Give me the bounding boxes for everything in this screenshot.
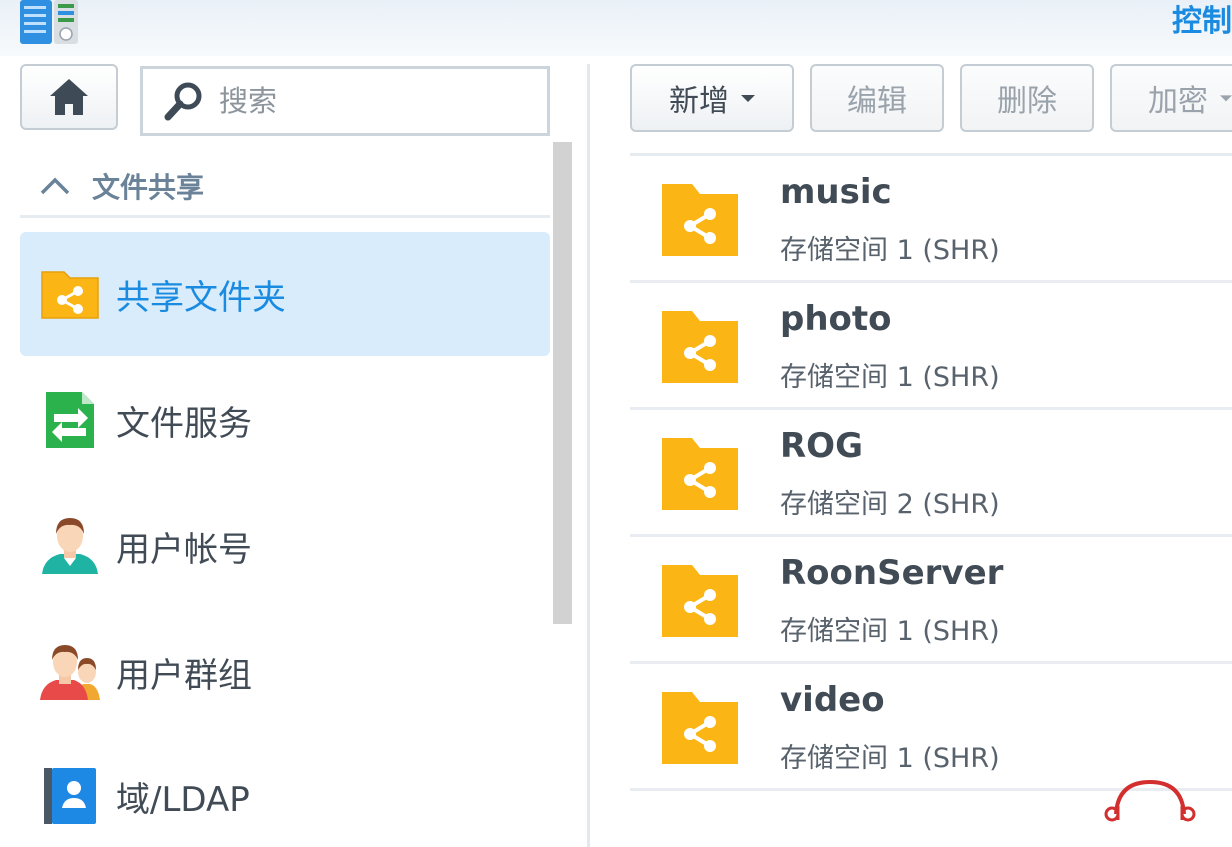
sidebar-item-label: 用户群组 [116,655,252,696]
title-bar: 控制 [0,0,1232,56]
shared-folder-icon [662,692,738,764]
list-item[interactable]: music 存储空间 1 (SHR) [630,156,1232,283]
sidebar-item-domain-ldap[interactable]: 域/LDAP [20,734,550,847]
section-header-file-sharing[interactable]: 文件共享 [20,156,550,218]
chevron-up-icon [40,177,70,194]
delete-button[interactable]: 删除 [960,64,1094,132]
folder-volume: 存储空间 1 (SHR) [780,235,1000,266]
home-icon [50,79,88,115]
shared-folder-icon [662,184,738,256]
sidebar-item-user-groups[interactable]: 用户群组 [20,610,550,734]
folder-volume: 存储空间 1 (SHR) [780,743,1000,774]
panel-divider [587,64,590,847]
folder-name: music [780,172,892,212]
shared-folder-icon [41,271,99,319]
user-icon [42,518,98,574]
search-icon [164,82,202,121]
home-button[interactable] [20,64,118,130]
add-button[interactable]: 新增 [630,64,794,132]
search-box[interactable] [140,66,550,136]
sidebar-item-label: 用户帐号 [116,529,252,570]
folder-name: RoonServer [780,553,1004,593]
encrypt-button[interactable]: 加密 [1110,64,1232,132]
list-item[interactable]: photo 存储空间 1 (SHR) [630,283,1232,410]
window-title: 控制 [1172,4,1232,39]
folder-volume: 存储空间 2 (SHR) [780,489,1000,520]
shared-folder-icon [662,311,738,383]
ldap-icon [44,768,96,824]
shared-folder-icon [662,565,738,637]
sidebar-scrollbar[interactable] [553,142,572,624]
section-label: 文件共享 [92,170,205,204]
group-icon [40,645,100,700]
encrypt-button-label: 加密 [1148,84,1208,119]
folder-name: video [780,680,885,720]
shared-folder-icon [662,438,738,510]
sidebar-item-label: 共享文件夹 [116,277,286,318]
sidebar-item-label: 文件服务 [116,403,252,444]
sidebar-item-user-accounts[interactable]: 用户帐号 [20,484,550,608]
list-item[interactable]: video 存储空间 1 (SHR) [630,664,1232,791]
headphones-watermark-icon [1104,779,1196,822]
list-item[interactable]: RoonServer 存储空间 1 (SHR) [630,537,1232,664]
list-item[interactable]: ROG 存储空间 2 (SHR) [630,410,1232,537]
caret-down-icon [741,95,755,102]
edit-button[interactable]: 编辑 [810,64,944,132]
caret-down-icon [1220,95,1232,102]
folder-name: ROG [780,426,863,466]
delete-button-label: 删除 [997,84,1057,119]
add-button-label: 新增 [669,84,729,119]
folder-volume: 存储空间 1 (SHR) [780,616,1000,647]
folder-name: photo [780,299,892,339]
edit-button-label: 编辑 [847,84,907,119]
sidebar-item-shared-folder[interactable]: 共享文件夹 [20,232,550,356]
sidebar-item-file-services[interactable]: 文件服务 [20,358,550,482]
search-input[interactable] [217,83,521,119]
file-services-icon [46,392,94,448]
sidebar-item-label: 域/LDAP [116,779,250,820]
control-panel-app-icon [20,0,78,44]
control-panel-window: 控制 文件共享 共享文件夹 [0,0,1232,847]
folder-volume: 存储空间 1 (SHR) [780,362,1000,393]
